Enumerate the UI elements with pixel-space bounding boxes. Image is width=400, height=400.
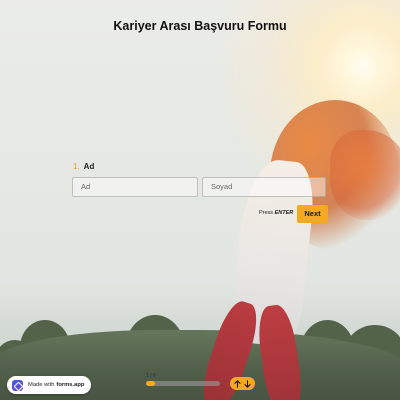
progress-text: 1 / 8 (146, 373, 156, 379)
made-with-brand: forms.app (56, 382, 85, 388)
first-name-placeholder: Ad (81, 182, 91, 191)
progress-bar-fill (146, 381, 156, 386)
last-name-input[interactable]: Soyad (202, 177, 326, 197)
form-title: Kariyer Arası Başvuru Formu (113, 19, 287, 33)
last-name-placeholder: Soyad (211, 182, 233, 191)
arrow-down-icon[interactable] (243, 378, 252, 389)
enter-key-label: ENTER (274, 210, 294, 216)
question-navigation (230, 377, 255, 390)
press-enter-hint: Press ENTER (259, 210, 294, 216)
question-text: Ad (83, 162, 95, 171)
progress-bar (146, 381, 220, 386)
made-with-badge[interactable]: Made with forms.app (7, 376, 91, 394)
background-photo (0, 0, 400, 400)
question-label: 1. Ad (73, 162, 94, 171)
next-button[interactable]: Next (297, 205, 328, 223)
question-number: 1. (73, 162, 80, 171)
forms-app-logo-icon (12, 379, 23, 391)
made-with-text: Made with (28, 382, 55, 388)
first-name-input[interactable]: Ad (72, 177, 198, 197)
arrow-up-icon[interactable] (233, 378, 242, 389)
